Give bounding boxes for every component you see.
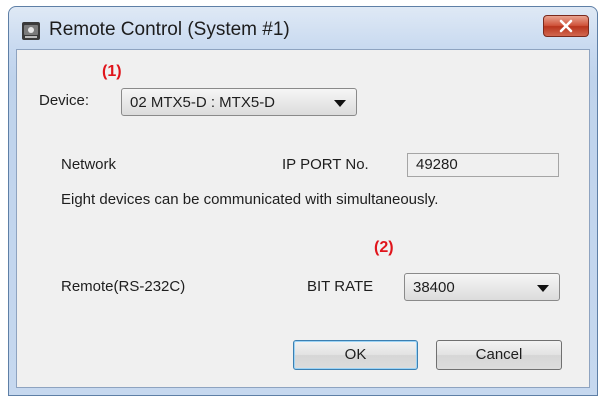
dialog-body: (1) Device: 02 MTX5-D : MTX5-D Network I…: [16, 49, 590, 388]
bit-rate-select[interactable]: 38400: [404, 273, 560, 301]
device-select-value: 02 MTX5-D : MTX5-D: [130, 94, 276, 111]
bit-rate-select-value: 38400: [413, 279, 455, 296]
network-label: Network: [61, 156, 117, 173]
network-note: Eight devices can be communicated with s…: [61, 191, 439, 208]
marker-2: (2): [374, 239, 394, 256]
chevron-down-icon: [334, 100, 346, 107]
remote-label: Remote(RS-232C): [61, 278, 186, 295]
cancel-button[interactable]: Cancel: [436, 340, 562, 370]
ok-button[interactable]: OK: [293, 340, 418, 370]
device-label: Device:: [39, 92, 90, 109]
remote-control-dialog: Remote Control (System #1) (1) Device: 0…: [8, 6, 598, 396]
close-icon: [559, 19, 573, 33]
marker-1: (1): [102, 63, 122, 80]
chevron-down-icon: [537, 285, 549, 292]
bit-rate-label: BIT RATE: [307, 278, 374, 295]
ip-port-label: IP PORT No.: [282, 156, 369, 173]
ip-port-value: 49280: [416, 156, 458, 173]
title-bar[interactable]: Remote Control (System #1): [9, 7, 597, 49]
device-select[interactable]: 02 MTX5-D : MTX5-D: [121, 88, 357, 116]
app-icon: [22, 22, 40, 40]
close-button[interactable]: [543, 15, 589, 37]
window-title: Remote Control (System #1): [49, 19, 290, 40]
ip-port-field: 49280: [407, 153, 559, 177]
